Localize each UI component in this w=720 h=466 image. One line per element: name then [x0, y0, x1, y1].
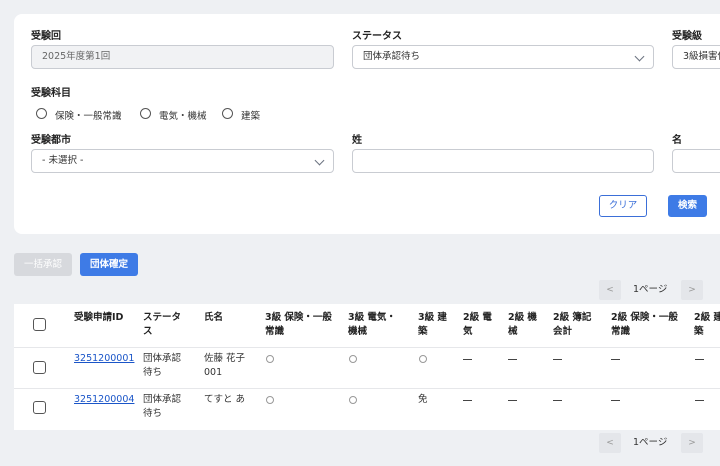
search-button[interactable]: 検索 — [668, 195, 707, 217]
city-label: 受験都市 — [31, 135, 71, 146]
pagination-bottom: < 1ページ > — [599, 433, 709, 453]
row-name-2: 001 — [204, 367, 223, 378]
city-select[interactable]: - 未選択 - — [31, 149, 334, 173]
row-status-1: 団体承認 — [143, 353, 182, 364]
circle-mark-icon — [266, 355, 274, 363]
applications-table: 受験申請ID ステータ ス 氏名 3級 保険・一般 常識 3級 電気・ 機械 3… — [14, 304, 720, 430]
dash-icon — [463, 400, 472, 401]
status-select[interactable]: 団体承認待ち — [352, 45, 654, 69]
header-l2-machine-1: 2級 機 — [508, 312, 537, 323]
last-name-input[interactable] — [352, 149, 654, 173]
subject-option-architecture: 建築 — [241, 111, 261, 122]
dash-icon — [463, 359, 472, 360]
subject-radio-electric[interactable] — [140, 108, 151, 119]
header-l2-architecture-1: 2級 建 — [694, 312, 720, 323]
subject-option-insurance: 保険・一般常識 — [55, 111, 122, 122]
row-divider — [14, 388, 720, 389]
dash-icon — [611, 400, 620, 401]
status-select-value: 団体承認待ち — [363, 51, 421, 62]
header-l3-electric-2: 機械 — [348, 326, 368, 337]
header-l2-insurance-2: 常識 — [611, 326, 631, 337]
header-name: 氏名 — [204, 312, 224, 323]
header-l2-bookkeeping-2: 会計 — [553, 326, 573, 337]
row-checkbox[interactable] — [33, 361, 46, 374]
header-status-2: ス — [143, 326, 153, 337]
subject-radio-architecture[interactable] — [222, 108, 233, 119]
row-name-1: 佐藤 花子 — [204, 353, 246, 364]
dash-icon — [695, 359, 704, 360]
row-divider — [14, 347, 720, 348]
next-page-button[interactable]: > — [681, 433, 703, 453]
row-status-1: 団体承認 — [143, 394, 182, 405]
prev-page-button[interactable]: < — [599, 433, 621, 453]
application-id-link[interactable]: 3251200004 — [74, 393, 134, 407]
confirm-group-button[interactable]: 団体確定 — [80, 253, 138, 276]
exam-round-field: 2025年度第1回 — [31, 45, 334, 69]
exam-round-label: 受験回 — [31, 31, 61, 42]
exam-level-label: 受験級 — [672, 31, 702, 42]
row-status-2: 待ち — [143, 367, 163, 378]
header-l2-insurance-1: 2級 保険・一般 — [611, 312, 678, 323]
row-status-2: 待ち — [143, 408, 163, 419]
page-indicator: 1ページ — [633, 284, 668, 295]
circle-mark-icon — [349, 396, 357, 404]
circle-mark-icon — [419, 355, 427, 363]
select-all-checkbox[interactable] — [33, 318, 46, 331]
dash-icon — [508, 400, 517, 401]
row-name-1: てすと あ — [204, 394, 246, 405]
header-l2-electric-1: 2級 電 — [463, 312, 492, 323]
dash-icon — [553, 359, 562, 360]
header-l3-insurance-1: 3級 保険・一般 — [265, 312, 332, 323]
header-l2-electric-2: 気 — [463, 326, 473, 337]
dash-icon — [553, 400, 562, 401]
page-indicator: 1ページ — [633, 437, 668, 448]
subject-option-electric: 電気・機械 — [159, 111, 207, 122]
first-name-label: 名 — [672, 135, 682, 146]
application-id-link[interactable]: 3251200001 — [74, 352, 134, 366]
header-id: 受験申請ID — [74, 312, 124, 323]
dash-icon — [611, 359, 620, 360]
header-l3-architecture-2: 築 — [418, 326, 428, 337]
header-l2-architecture-2: 築 — [694, 326, 704, 337]
subject-radio-insurance[interactable] — [36, 108, 47, 119]
dash-icon — [508, 359, 517, 360]
pagination-top: < 1ページ > — [599, 280, 709, 300]
header-l2-machine-2: 械 — [508, 326, 518, 337]
status-label: ステータス — [352, 31, 402, 42]
next-page-button[interactable]: > — [681, 280, 703, 300]
circle-mark-icon — [266, 396, 274, 404]
city-select-value: - 未選択 - — [42, 155, 84, 166]
bulk-approve-button[interactable]: 一括承認 — [14, 253, 72, 276]
header-l3-architecture-1: 3級 建 — [418, 312, 447, 323]
dash-icon — [695, 400, 704, 401]
circle-mark-icon — [349, 355, 357, 363]
exam-level-select[interactable]: 3級損害保 — [672, 45, 720, 69]
row-checkbox[interactable] — [33, 401, 46, 414]
chevron-down-icon — [634, 51, 645, 62]
chevron-down-icon — [314, 155, 325, 166]
first-name-input[interactable] — [672, 149, 720, 173]
prev-page-button[interactable]: < — [599, 280, 621, 300]
subjects-label: 受験科目 — [31, 88, 71, 99]
header-l3-insurance-2: 常識 — [265, 326, 285, 337]
header-l2-bookkeeping-1: 2級 簿記 — [553, 312, 592, 323]
last-name-label: 姓 — [352, 135, 362, 146]
header-status-1: ステータ — [143, 312, 182, 323]
header-l3-electric-1: 3級 電気・ — [348, 312, 396, 323]
clear-button[interactable]: クリア — [599, 195, 647, 217]
exemption-mark: 免 — [418, 394, 428, 405]
